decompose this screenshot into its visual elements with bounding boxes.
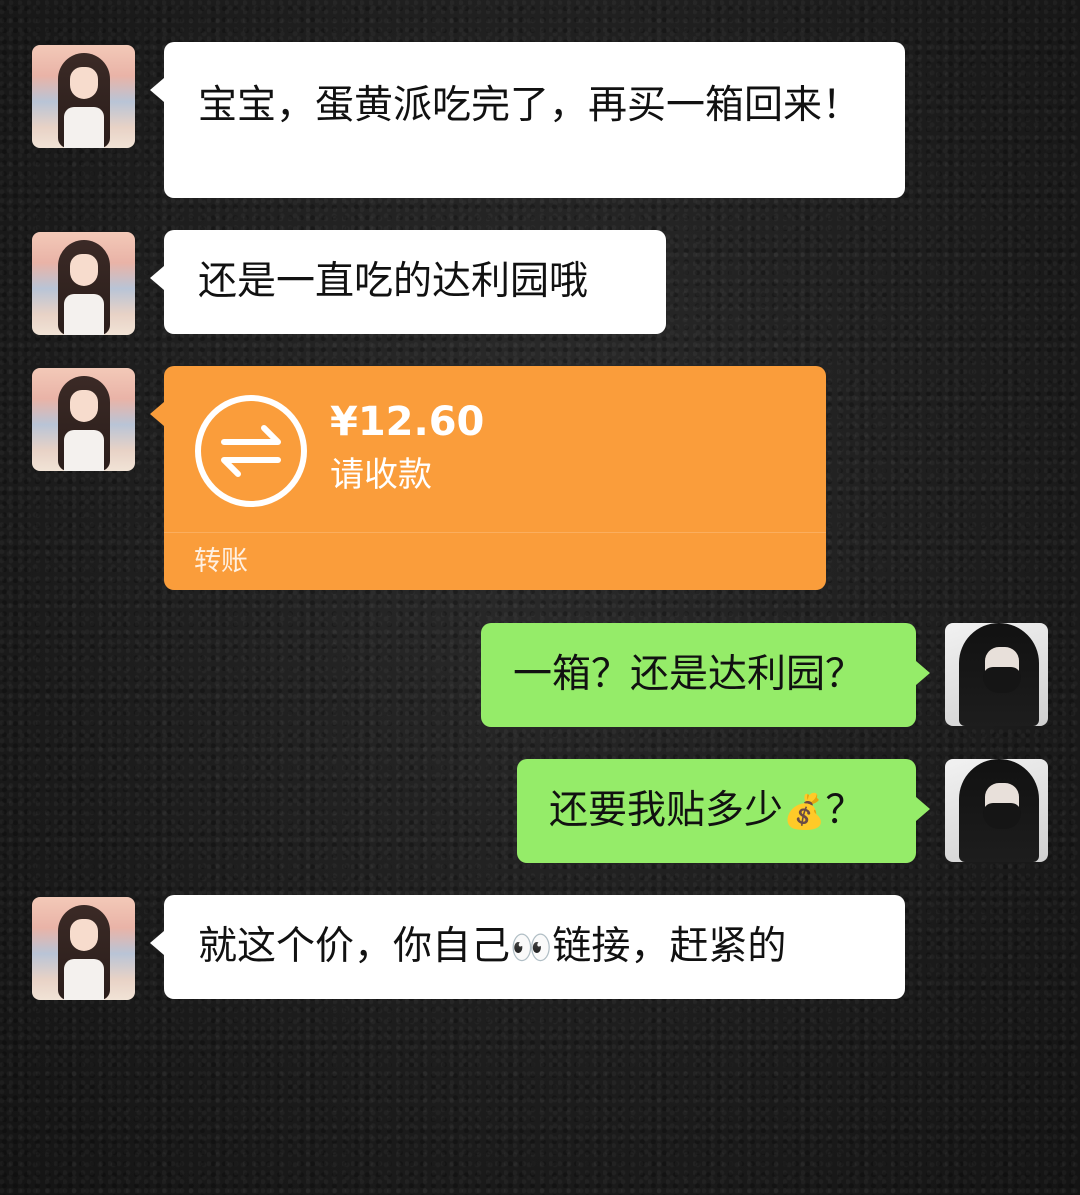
message-text: 一箱？还是达利园？ — [513, 652, 865, 697]
message-bubble-sent[interactable]: 还要我贴多少💰？ — [517, 759, 930, 863]
message-text: 就这个价，你自己 — [198, 924, 511, 969]
transfer-amount: ¥12.60 — [330, 399, 485, 445]
eyes-emoji: 👀 — [510, 928, 553, 968]
message-text: 宝宝，蛋黄派吃完了，再买一箱回来！ — [198, 83, 862, 128]
transfer-arrows-icon — [194, 394, 308, 508]
my-avatar[interactable] — [945, 623, 1048, 726]
message-text: 还要我贴多少 — [549, 788, 784, 833]
contact-avatar[interactable] — [32, 897, 135, 1000]
message-bubble-received[interactable]: 宝宝，蛋黄派吃完了，再买一箱回来！ — [150, 42, 905, 198]
message-text: 链接，赶紧的 — [552, 924, 787, 969]
transfer-divider — [164, 532, 826, 533]
transfer-status: 请收款 — [330, 455, 432, 495]
contact-avatar[interactable] — [32, 45, 135, 148]
message-bubble-received[interactable]: 还是一直吃的达利园哦 — [150, 230, 666, 334]
message-bubble-received[interactable]: 就这个价，你自己👀链接，赶紧的 — [150, 895, 905, 999]
contact-avatar[interactable] — [32, 368, 135, 471]
transfer-card[interactable]: ¥12.60 请收款 转账 — [150, 366, 826, 590]
money-bag-emoji: 💰 — [783, 792, 826, 832]
message-bubble-sent[interactable]: 一箱？还是达利园？ — [481, 623, 930, 727]
contact-avatar[interactable] — [32, 232, 135, 335]
transfer-label: 转账 — [194, 546, 248, 577]
message-text: 还是一直吃的达利园哦 — [198, 259, 589, 304]
my-avatar[interactable] — [945, 759, 1048, 862]
message-text: ？ — [825, 788, 865, 833]
